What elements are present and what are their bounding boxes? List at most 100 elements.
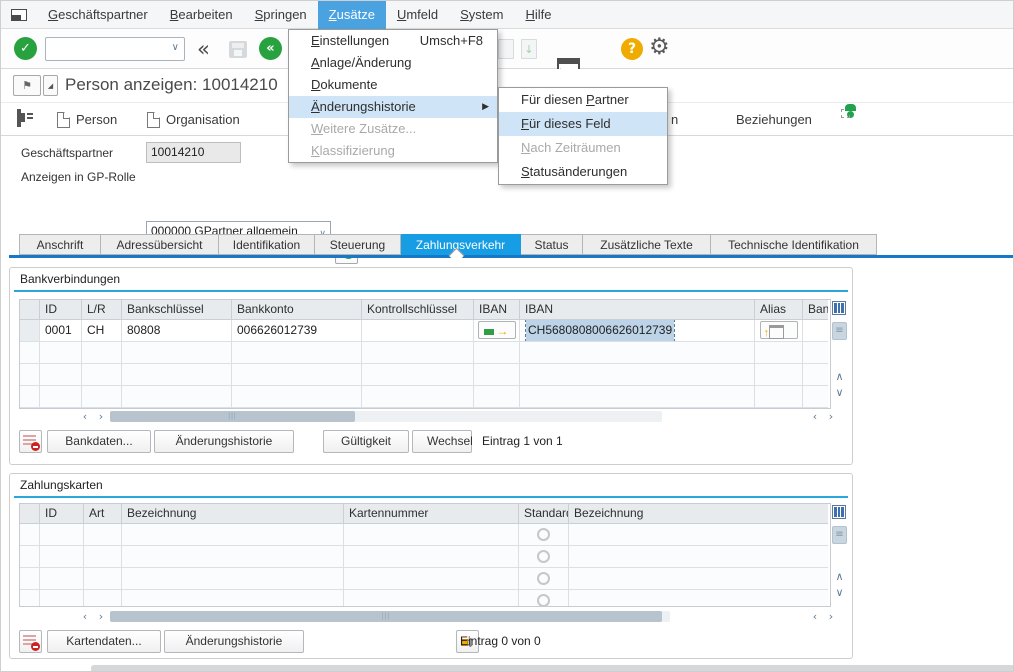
menu-item-dokumente[interactable]: Dokumente — [289, 74, 497, 96]
bank-table-row[interactable]: 0001 CH 80808 006626012739 CH56808080066… — [20, 320, 830, 342]
services-for-object-icon[interactable]: ⚑ — [13, 75, 41, 96]
gueltigkeit-button[interactable]: Gültigkeit — [323, 430, 409, 453]
scroll-up-icon[interactable]: ∧ — [832, 370, 847, 384]
menu-item-einstellungen[interactable]: EinstellungenUmsch+F8 — [289, 30, 497, 52]
aenderungshistorie-button[interactable]: Änderungshistorie — [154, 430, 294, 453]
col-header[interactable]: Bezeichnung — [569, 504, 828, 524]
col-header[interactable]: Bankkonto — [232, 300, 362, 320]
scroll-left-icon[interactable]: ‹ — [808, 610, 822, 624]
col-header[interactable]: Alias — [755, 300, 803, 320]
col-header[interactable]: ID — [40, 504, 84, 524]
settings-gear-icon[interactable]: ⚙ — [649, 36, 670, 59]
scroll-down-icon[interactable]: ∨ — [832, 586, 847, 600]
save-icon[interactable] — [229, 41, 247, 58]
cards-table-empty-row[interactable] — [20, 568, 830, 590]
iban-display-icon[interactable] — [478, 321, 516, 339]
horizontal-scrollbar-thumb[interactable]: ||| — [110, 611, 662, 622]
tab-zusaetzliche-texte[interactable]: Zusätzliche Texte — [583, 234, 711, 255]
submenu-item-fuer-diesen-partner[interactable]: Für diesen Partner — [499, 88, 667, 112]
col-header[interactable]: Kartennummer — [344, 504, 519, 524]
iban-value-selected[interactable]: CH5680808006626012739 — [526, 320, 674, 341]
tab-status[interactable]: Status — [521, 234, 583, 255]
alias-create-icon[interactable] — [760, 321, 798, 339]
standard-radio[interactable] — [537, 528, 550, 541]
enter-icon[interactable]: ✓ — [14, 37, 37, 60]
bank-table-empty-row[interactable] — [20, 386, 830, 408]
partner-field[interactable]: 10014210 — [146, 142, 241, 163]
menu-item-weitere-zusaetze[interactable]: Weitere Zusätze... — [289, 118, 497, 140]
scroll-left-icon[interactable]: ‹ — [808, 410, 822, 424]
horizontal-scrollbar-track[interactable]: ||| — [110, 611, 670, 622]
help-icon[interactable]: ? — [621, 38, 643, 60]
tab-adressuebersicht[interactable]: Adressübersicht — [101, 234, 219, 255]
menu-item-anlage-aenderung[interactable]: Anlage/Änderung — [289, 52, 497, 74]
table-settings-icon[interactable] — [832, 505, 846, 519]
window-horizontal-scrollbar[interactable] — [91, 665, 1014, 672]
horizontal-scrollbar-thumb[interactable]: ||| — [110, 411, 355, 422]
vertical-scrollbar-thumb[interactable]: ≡ — [832, 322, 847, 340]
cards-table-empty-row[interactable] — [20, 546, 830, 568]
col-header[interactable]: Bezeichnung — [122, 504, 344, 524]
vertical-scrollbar-thumb[interactable]: ≡ — [832, 526, 847, 544]
table-settings-icon[interactable] — [832, 301, 846, 315]
delete-row-icon[interactable] — [19, 630, 42, 653]
download-icon[interactable]: ↓ — [521, 39, 537, 59]
col-header[interactable]: IBAN — [520, 300, 755, 320]
cards-table-empty-row[interactable] — [20, 590, 830, 607]
scroll-left-icon[interactable]: ‹ — [78, 610, 92, 624]
tab-technische-identifikation[interactable]: Technische Identifikation — [711, 234, 877, 255]
scroll-right-icon[interactable]: › — [824, 610, 838, 624]
kartendaten-button[interactable]: Kartendaten... — [47, 630, 161, 653]
submenu-item-statusaenderungen[interactable]: Statusänderungen — [499, 160, 667, 184]
window-menu-icon[interactable] — [11, 9, 27, 21]
scroll-left-icon[interactable]: ‹ — [78, 410, 92, 424]
delete-row-icon[interactable] — [19, 430, 42, 453]
expand-triangle-icon[interactable]: ◢ — [43, 75, 58, 96]
menu-umfeld[interactable]: Umfeld — [386, 1, 449, 29]
aenderungshistorie-button[interactable]: Änderungshistorie — [164, 630, 304, 653]
col-header[interactable]: Bankschlüssel — [122, 300, 232, 320]
organisation-button[interactable]: Organisation — [147, 103, 240, 136]
tab-anschrift[interactable]: Anschrift — [19, 234, 101, 255]
standard-radio[interactable] — [537, 572, 550, 585]
col-header[interactable]: Art — [84, 504, 122, 524]
col-header[interactable]: Standard — [519, 504, 569, 524]
bank-table-empty-row[interactable] — [20, 342, 830, 364]
tab-steuerung[interactable]: Steuerung — [315, 234, 401, 255]
menu-springen[interactable]: Springen — [244, 1, 318, 29]
standard-radio[interactable] — [537, 550, 550, 563]
bank-table-empty-row[interactable] — [20, 364, 830, 386]
menu-bearbeiten[interactable]: Bearbeiten — [159, 1, 244, 29]
hidden-button-fragment[interactable]: n — [671, 103, 678, 136]
tab-identifikation[interactable]: Identifikation — [219, 234, 315, 255]
menu-system[interactable]: System — [449, 1, 514, 29]
person-button[interactable]: Person — [57, 103, 117, 136]
menu-item-klassifizierung[interactable]: Klassifizierung — [289, 140, 497, 162]
row-selector[interactable] — [20, 320, 40, 342]
locator-icon[interactable] — [17, 111, 21, 125]
back-icon[interactable]: « — [259, 37, 282, 60]
scroll-right-icon[interactable]: › — [94, 610, 108, 624]
beziehungen-button[interactable]: Beziehungen — [736, 103, 812, 136]
menu-zusaetze[interactable]: Zusätze — [318, 1, 386, 29]
menu-item-aenderungshistorie[interactable]: Änderungshistorie▶ — [289, 96, 497, 118]
command-field[interactable]: ∨ — [45, 37, 185, 61]
cards-table-empty-row[interactable] — [20, 524, 830, 546]
menu-hilfe[interactable]: Hilfe — [514, 1, 562, 29]
col-header[interactable]: Kontrollschlüssel — [362, 300, 474, 320]
scroll-down-icon[interactable]: ∨ — [832, 386, 847, 400]
col-header[interactable]: ID — [40, 300, 82, 320]
scroll-up-icon[interactable]: ∧ — [832, 570, 847, 584]
wechsel-button[interactable]: Wechsel — [412, 430, 472, 453]
col-header[interactable]: L/R — [82, 300, 122, 320]
col-header[interactable]: Bank — [803, 300, 828, 320]
horizontal-scrollbar-track[interactable]: ||| — [110, 411, 662, 422]
scroll-right-icon[interactable]: › — [94, 410, 108, 424]
submenu-item-nach-zeitraeumen[interactable]: Nach Zeiträumen — [499, 136, 667, 160]
submenu-item-fuer-dieses-feld[interactable]: Für dieses Feld — [499, 112, 667, 136]
col-header[interactable]: IBAN — [474, 300, 520, 320]
standard-radio[interactable] — [537, 594, 550, 607]
bankdaten-button[interactable]: Bankdaten... — [47, 430, 151, 453]
scroll-right-icon[interactable]: › — [824, 410, 838, 424]
collapse-command-icon[interactable]: « — [197, 38, 210, 60]
